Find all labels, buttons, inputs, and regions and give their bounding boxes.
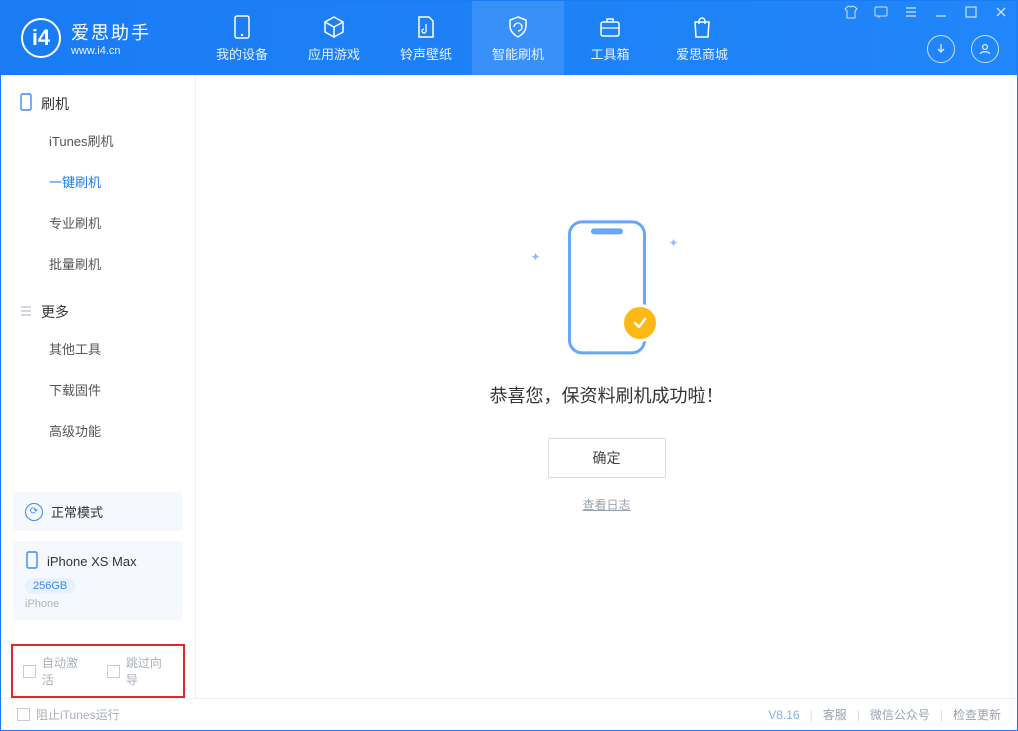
- checkbox-skip-guide[interactable]: 跳过向导: [107, 654, 173, 688]
- sidebar-header-more: 更多: [1, 302, 195, 328]
- sidebar: 刷机 iTunes刷机 一键刷机 专业刷机 批量刷机 更多 其他工具 下载固件 …: [1, 75, 196, 698]
- status-link-support[interactable]: 客服: [823, 706, 847, 723]
- app-name: 爱思助手: [71, 19, 151, 45]
- checkbox-icon: [23, 665, 36, 678]
- status-link-wechat[interactable]: 微信公众号: [870, 706, 930, 723]
- list-icon: [19, 304, 33, 321]
- app-domain: www.i4.cn: [71, 45, 151, 57]
- sidebar-item-batch-flash[interactable]: 批量刷机: [1, 243, 195, 284]
- mode-normal-icon: ⟳: [25, 503, 43, 521]
- briefcase-icon: [597, 14, 623, 40]
- nav-tab-store[interactable]: 爱思商城: [656, 1, 748, 75]
- sidebar-item-one-click-flash[interactable]: 一键刷机: [1, 161, 195, 202]
- logo-area: i4 爱思助手 www.i4.cn: [1, 18, 196, 58]
- window-controls: [843, 5, 1009, 19]
- main-area: 刷机 iTunes刷机 一键刷机 专业刷机 批量刷机 更多 其他工具 下载固件 …: [1, 75, 1017, 698]
- logo-text: 爱思助手 www.i4.cn: [71, 19, 151, 57]
- highlight-options: 自动激活 跳过向导: [11, 644, 185, 698]
- sidebar-item-advanced[interactable]: 高级功能: [1, 410, 195, 451]
- sidebar-item-other-tools[interactable]: 其他工具: [1, 328, 195, 369]
- sidebar-item-download-firmware[interactable]: 下载固件: [1, 369, 195, 410]
- nav-tab-ringtones-wallpapers[interactable]: 铃声壁纸: [380, 1, 472, 75]
- header-actions: [927, 35, 999, 63]
- logo-icon: i4: [21, 18, 61, 58]
- checkbox-icon: [107, 665, 120, 678]
- download-button[interactable]: [927, 35, 955, 63]
- nav-tabs: 我的设备 应用游戏 铃声壁纸 智能刷机 工具箱 爱思商城: [196, 1, 748, 75]
- menu-icon[interactable]: [903, 5, 919, 19]
- checkbox-block-itunes[interactable]: 阻止iTunes运行: [17, 706, 120, 723]
- confirm-button[interactable]: 确定: [548, 438, 666, 478]
- mode-label: 正常模式: [51, 502, 103, 521]
- sidebar-item-itunes-flash[interactable]: iTunes刷机: [1, 120, 195, 161]
- device-sub: iPhone: [25, 598, 171, 610]
- device-cards: ⟳ 正常模式 iPhone XS Max 256GB iPhone: [1, 482, 195, 632]
- nav-tab-apps-games[interactable]: 应用游戏: [288, 1, 380, 75]
- shield-refresh-icon: [505, 14, 531, 40]
- check-badge-icon: [621, 304, 659, 342]
- success-message: 恭喜您，保资料刷机成功啦！: [490, 382, 724, 408]
- minimize-icon[interactable]: [933, 5, 949, 19]
- checkbox-icon: [17, 708, 30, 721]
- sidebar-header-flash: 刷机: [1, 93, 195, 120]
- checkbox-auto-activate[interactable]: 自动激活: [23, 654, 89, 688]
- sparkle-icon: ✦: [668, 236, 678, 250]
- account-button[interactable]: [971, 35, 999, 63]
- success-illustration: ✦ ✦: [527, 220, 687, 360]
- device-icon: [25, 551, 39, 572]
- sidebar-section-more: 更多 其他工具 下载固件 高级功能: [1, 284, 195, 451]
- sparkle-icon: ✦: [531, 250, 541, 264]
- nav-tab-toolbox[interactable]: 工具箱: [564, 1, 656, 75]
- sidebar-item-pro-flash[interactable]: 专业刷机: [1, 202, 195, 243]
- maximize-icon[interactable]: [963, 5, 979, 19]
- sidebar-section-flash: 刷机 iTunes刷机 一键刷机 专业刷机 批量刷机: [1, 75, 195, 284]
- device-name: iPhone XS Max: [47, 554, 137, 569]
- music-file-icon: [413, 14, 439, 40]
- content-area: ✦ ✦ 恭喜您，保资料刷机成功啦！ 确定 查看日志: [196, 75, 1017, 698]
- phone-icon: [229, 14, 255, 40]
- cube-icon: [321, 14, 347, 40]
- device-card[interactable]: iPhone XS Max 256GB iPhone: [13, 541, 183, 620]
- status-bar: 阻止iTunes运行 V8.16 | 客服 | 微信公众号 | 检查更新: [1, 698, 1017, 730]
- feedback-icon[interactable]: [873, 5, 889, 19]
- mode-card[interactable]: ⟳ 正常模式: [13, 492, 183, 531]
- view-log-link[interactable]: 查看日志: [582, 496, 630, 513]
- close-icon[interactable]: [993, 5, 1009, 19]
- status-link-update[interactable]: 检查更新: [953, 706, 1001, 723]
- phone-icon: [19, 93, 33, 114]
- device-storage: 256GB: [25, 578, 75, 594]
- nav-tab-my-device[interactable]: 我的设备: [196, 1, 288, 75]
- version-label: V8.16: [768, 708, 799, 722]
- bag-icon: [689, 14, 715, 40]
- header-bar: i4 爱思助手 www.i4.cn 我的设备 应用游戏 铃声壁纸 智能刷机 工具…: [1, 1, 1017, 75]
- tshirt-icon[interactable]: [843, 5, 859, 19]
- nav-tab-smart-flash[interactable]: 智能刷机: [472, 1, 564, 75]
